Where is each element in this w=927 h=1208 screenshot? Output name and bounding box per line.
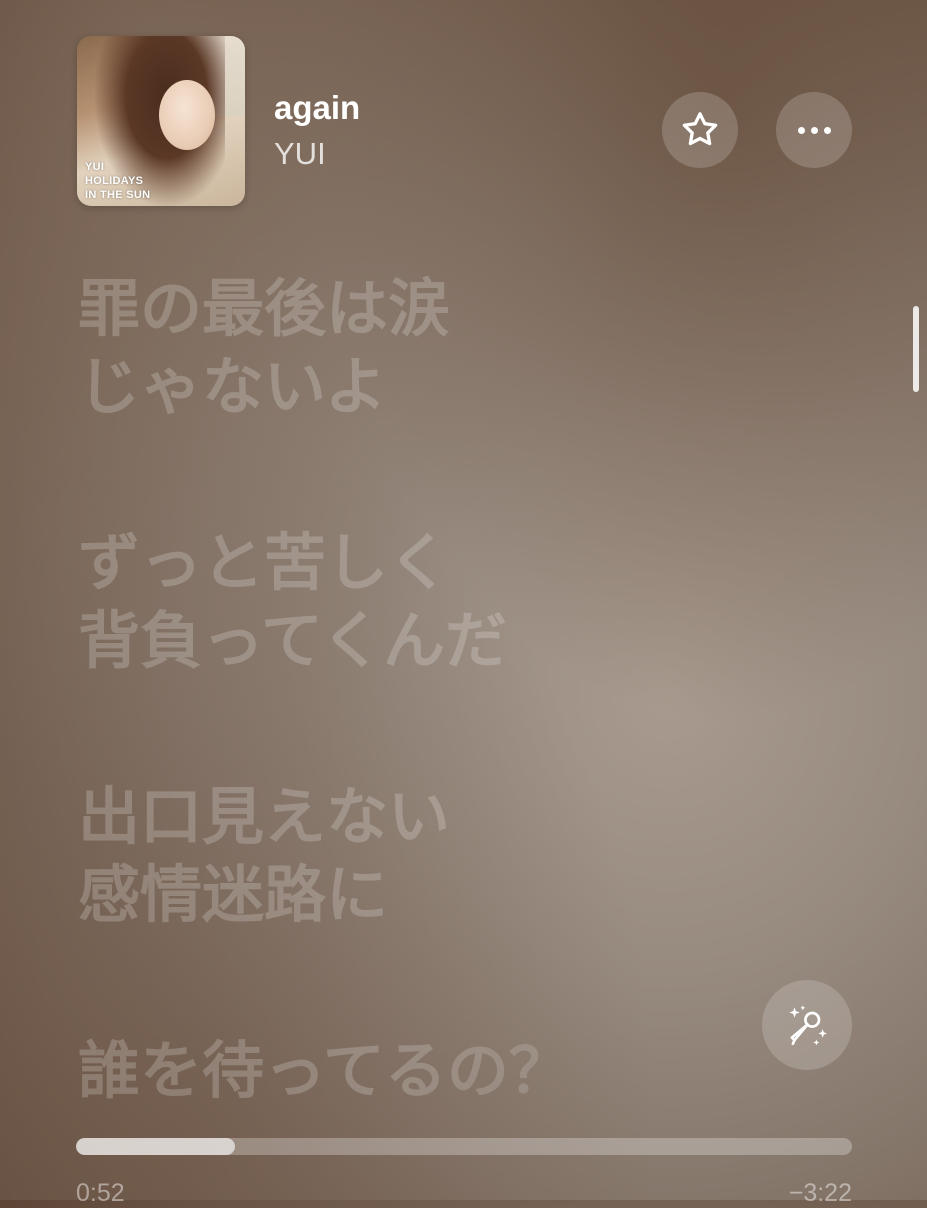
lyric-line[interactable]: 誰を待ってるの？ — [78, 1032, 778, 1110]
album-art-face — [159, 80, 215, 150]
album-cover-text: YUI HOLIDAYS IN THE SUN — [85, 160, 150, 202]
album-cover-line: IN THE SUN — [85, 189, 151, 201]
more-options-button[interactable] — [776, 92, 852, 168]
star-icon — [682, 112, 718, 146]
album-artwork[interactable]: YUI HOLIDAYS IN THE SUN — [77, 36, 245, 206]
playback-progress-fill — [76, 1138, 236, 1155]
lyrics-stanza[interactable]: 誰を待ってるの？ — [78, 1032, 778, 1110]
ellipsis-icon — [797, 126, 831, 134]
album-cover-line: YUI — [85, 161, 105, 173]
lyrics-stanza[interactable]: ずっと苦しく 背負ってくんだ — [78, 524, 778, 680]
song-title[interactable]: again — [274, 86, 360, 130]
lyrics-scrollbar[interactable] — [913, 306, 919, 392]
album-cover-line: HOLIDAYS — [85, 175, 144, 187]
favorite-button[interactable] — [662, 92, 738, 168]
lyrics-view[interactable]: 罪の最後は涙 じゃないよ ずっと苦しく 背負ってくんだ 出口見えない 感情迷路に… — [78, 270, 778, 1110]
playback-scrubber[interactable] — [76, 1138, 852, 1155]
remaining-time: −3:22 — [788, 1179, 852, 1207]
lyric-line[interactable]: 背負ってくんだ — [78, 602, 778, 680]
elapsed-time: 0:52 — [76, 1179, 125, 1207]
lyrics-stanza[interactable]: 罪の最後は涙 じゃないよ — [78, 270, 778, 426]
microphone-sparkles-icon — [789, 1005, 827, 1046]
lyric-line[interactable]: じゃないよ — [78, 348, 778, 426]
lyric-line[interactable]: 出口見えない — [78, 778, 778, 856]
sing-along-button[interactable] — [762, 980, 852, 1070]
lyrics-stanza[interactable]: 出口見えない 感情迷路に — [78, 778, 778, 934]
lyric-line[interactable]: 罪の最後は涙 — [78, 270, 778, 348]
lyric-line[interactable]: 感情迷路に — [78, 856, 778, 934]
lyric-line[interactable]: ずっと苦しく — [78, 524, 778, 602]
song-artist[interactable]: YUI — [274, 133, 326, 175]
